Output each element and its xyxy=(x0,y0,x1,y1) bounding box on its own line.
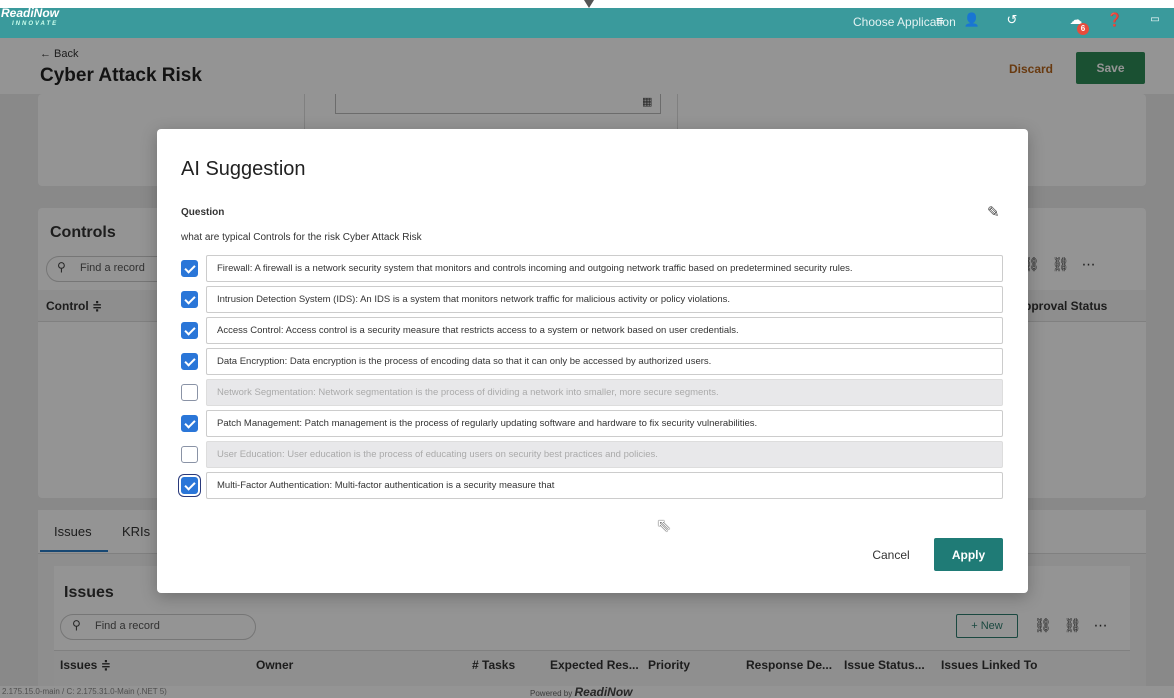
question-text: what are typical Controls for the risk C… xyxy=(181,232,422,243)
suggestion-row: Intrusion Detection System (IDS): An IDS… xyxy=(181,286,1003,313)
history-icon[interactable]: ↺ xyxy=(1003,12,1021,28)
suggestion-text[interactable]: Access Control: Access control is a secu… xyxy=(206,317,1003,344)
user-icon[interactable]: 👤 xyxy=(963,12,981,28)
suggestion-text[interactable]: Multi-Factor Authentication: Multi-facto… xyxy=(206,472,1003,499)
ai-suggestion-dialog: AI Suggestion ✎ Question what are typica… xyxy=(157,129,1028,593)
suggestion-text[interactable]: Intrusion Detection System (IDS): An IDS… xyxy=(206,286,1003,313)
suggestion-row: User Education: User education is the pr… xyxy=(181,441,1003,468)
suggestion-checkbox[interactable] xyxy=(181,415,198,432)
logo-sub-text: INNOVATE xyxy=(12,21,59,27)
mouse-cursor-icon: ⇖ xyxy=(656,515,672,535)
window-icon[interactable]: ▭ xyxy=(1146,14,1164,25)
dropdown-caret-icon xyxy=(584,0,594,8)
suggestion-row: Firewall: A firewall is a network securi… xyxy=(181,255,1003,282)
suggestion-checkbox[interactable] xyxy=(181,477,198,494)
suggestion-checkbox[interactable] xyxy=(181,353,198,370)
question-label: Question xyxy=(181,207,225,218)
suggestion-row: Data Encryption: Data encryption is the … xyxy=(181,348,1003,375)
suggestion-text[interactable]: Network Segmentation: Network segmentati… xyxy=(206,379,1003,406)
cancel-button[interactable]: Cancel xyxy=(861,541,921,569)
suggestion-row: Network Segmentation: Network segmentati… xyxy=(181,379,1003,406)
suggestion-checkbox[interactable] xyxy=(181,260,198,277)
help-icon[interactable]: ❓ xyxy=(1106,12,1124,28)
edit-icon[interactable]: ✎ xyxy=(987,203,1000,221)
hamburger-icon[interactable]: ≡ xyxy=(936,13,944,28)
suggestion-checkbox[interactable] xyxy=(181,384,198,401)
dialog-title: AI Suggestion xyxy=(181,158,306,180)
suggestion-text[interactable]: User Education: User education is the pr… xyxy=(206,441,1003,468)
suggestion-text[interactable]: Patch Management: Patch management is th… xyxy=(206,410,1003,437)
notification-badge: 6 xyxy=(1077,23,1089,35)
suggestion-checkbox[interactable] xyxy=(181,446,198,463)
apply-button[interactable]: Apply xyxy=(934,538,1003,571)
suggestion-text[interactable]: Data Encryption: Data encryption is the … xyxy=(206,348,1003,375)
suggestion-checkbox[interactable] xyxy=(181,291,198,308)
suggestion-text[interactable]: Firewall: A firewall is a network securi… xyxy=(206,255,1003,282)
suggestion-checkbox[interactable] xyxy=(181,322,198,339)
suggestion-row: Multi-Factor Authentication: Multi-facto… xyxy=(181,472,1003,499)
suggestion-row: Access Control: Access control is a secu… xyxy=(181,317,1003,344)
logo-main-text: ReadiNow xyxy=(1,6,60,20)
suggestion-row: Patch Management: Patch management is th… xyxy=(181,410,1003,437)
app-logo[interactable]: ReadiNow INNOVATE xyxy=(0,6,100,34)
